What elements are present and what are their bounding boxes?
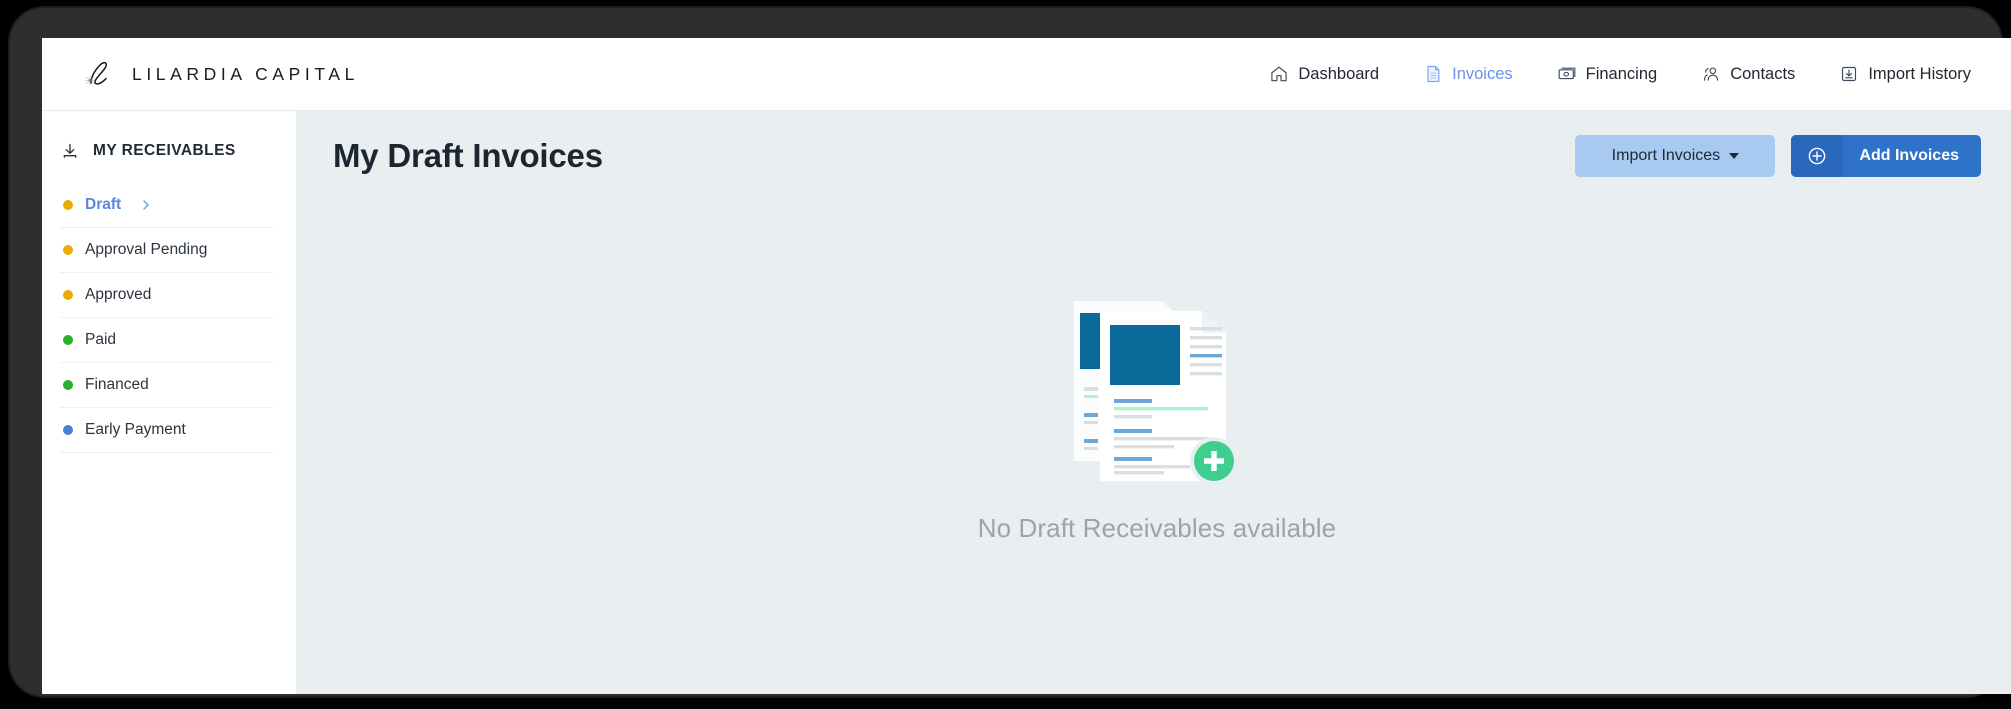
- content-actions: Import Invoices Add Invoices: [1575, 135, 1981, 177]
- content-header: My Draft Invoices Import Invoices Add In…: [333, 111, 1981, 177]
- top-navigation-bar: LILARDIA CAPITAL Dashboard Invoices Fina…: [42, 38, 2011, 111]
- people-icon: [1704, 67, 1719, 81]
- document-list-icon: [1427, 65, 1440, 83]
- documents-stack-icon: [1074, 301, 1238, 485]
- plus-circle-icon: [1791, 135, 1844, 177]
- sidebar-list: Draft Approval Pending Approved Paid Fin…: [60, 183, 274, 453]
- device-bezel: LILARDIA CAPITAL Dashboard Invoices Fina…: [10, 8, 2011, 696]
- browser-viewport: LILARDIA CAPITAL Dashboard Invoices Fina…: [42, 38, 2011, 694]
- status-dot: [63, 200, 73, 210]
- nav-item-label: Invoices: [1452, 64, 1513, 83]
- nav-item-label: Contacts: [1730, 64, 1796, 83]
- nav-item-dashboard[interactable]: Dashboard: [1269, 64, 1379, 84]
- sidebar-item-label: Approval Pending: [85, 241, 208, 258]
- home-icon: [1271, 66, 1288, 82]
- sidebar-item-approved[interactable]: Approved: [60, 273, 274, 318]
- import-download-icon: [1842, 66, 1857, 82]
- sidebar-item-label: Approved: [85, 286, 152, 303]
- import-invoices-label: Import Invoices: [1611, 147, 1721, 164]
- import-invoices-button[interactable]: Import Invoices: [1575, 135, 1776, 177]
- empty-state: No Draft Receivables available: [297, 289, 2011, 544]
- sidebar-item-financed[interactable]: Financed: [60, 363, 274, 408]
- page-body: MY RECEIVABLES Draft Approval Pending Ap…: [42, 111, 2011, 694]
- sidebar-item-draft[interactable]: Draft: [60, 183, 274, 228]
- nav-item-label: Dashboard: [1298, 64, 1380, 83]
- main-nav: Dashboard Invoices Financing Contacts Im…: [1269, 64, 1971, 84]
- status-dot: [63, 380, 73, 390]
- sidebar-item-approval-pending[interactable]: Approval Pending: [60, 228, 274, 273]
- sidebar-item-label: Paid: [85, 331, 117, 348]
- status-dot: [63, 245, 73, 255]
- sidebar-item-label: Early Payment: [85, 421, 186, 438]
- sidebar-header-label: MY RECEIVABLES: [93, 142, 236, 159]
- empty-state-message: No Draft Receivables available: [977, 513, 1337, 543]
- main-content: My Draft Invoices Import Invoices Add In…: [297, 111, 2011, 694]
- sidebar-item-label: Financed: [85, 376, 149, 393]
- brand-name: LILARDIA CAPITAL: [132, 63, 359, 84]
- page-title: My Draft Invoices: [333, 137, 603, 174]
- add-invoices-label: Add Invoices: [1859, 147, 1959, 164]
- sidebar-item-early-payment[interactable]: Early Payment: [60, 408, 274, 453]
- nav-item-invoices[interactable]: Invoices: [1423, 64, 1513, 84]
- sidebar: MY RECEIVABLES Draft Approval Pending Ap…: [42, 111, 297, 694]
- sidebar-item-label: Draft: [85, 196, 122, 213]
- add-invoices-button[interactable]: Add Invoices: [1791, 135, 1981, 177]
- status-dot: [63, 290, 73, 300]
- nav-item-contacts[interactable]: Contacts: [1701, 64, 1795, 84]
- status-dot: [63, 425, 73, 435]
- nav-item-label: Financing: [1585, 64, 1658, 83]
- brand-logo[interactable]: LILARDIA CAPITAL: [82, 56, 359, 92]
- status-dot: [63, 335, 73, 345]
- nav-item-financing[interactable]: Financing: [1557, 64, 1658, 84]
- download-tray-icon: [63, 143, 77, 158]
- script-l-logo-icon: [85, 61, 108, 85]
- nav-item-import-history[interactable]: Import History: [1839, 64, 1971, 84]
- sidebar-header: MY RECEIVABLES: [42, 111, 296, 161]
- nav-item-label: Import History: [1868, 64, 1971, 83]
- chevron-right-icon: [143, 200, 149, 210]
- banknote-icon: [1558, 67, 1576, 80]
- caret-down-icon: [1729, 153, 1740, 159]
- sidebar-item-paid[interactable]: Paid: [60, 318, 274, 363]
